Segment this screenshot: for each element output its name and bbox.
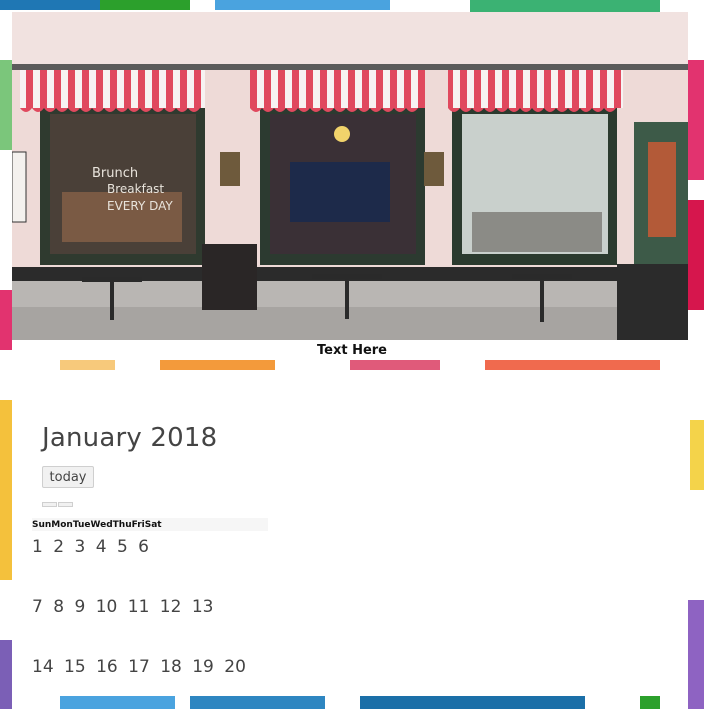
border-stripe xyxy=(690,420,704,490)
border-stripe xyxy=(350,360,440,370)
calendar-day[interactable]: 4 xyxy=(96,537,107,557)
calendar-title: January 2018 xyxy=(42,423,218,453)
window-sign-text: EVERY DAY xyxy=(107,199,173,213)
border-stripe xyxy=(470,0,660,12)
border-stripe xyxy=(640,696,660,709)
calendar-day[interactable]: 15 xyxy=(64,657,86,677)
weekday-header: Fri xyxy=(131,519,145,530)
calendar-day[interactable]: 17 xyxy=(128,657,150,677)
calendar-day[interactable]: 12 xyxy=(160,597,182,617)
border-stripe xyxy=(190,696,325,709)
border-stripe xyxy=(0,60,12,150)
calendar-week-row: 1 2 3 4 5 6 xyxy=(32,537,154,557)
border-stripe xyxy=(688,600,704,709)
today-button[interactable]: today xyxy=(42,466,94,488)
calendar-day[interactable]: 3 xyxy=(74,537,85,557)
calendar-day[interactable]: 5 xyxy=(117,537,128,557)
calendar-day[interactable]: 18 xyxy=(160,657,182,677)
border-stripe xyxy=(60,696,175,709)
calendar-day[interactable]: 6 xyxy=(138,537,149,557)
border-stripe xyxy=(160,360,275,370)
calendar-day[interactable]: 1 xyxy=(32,537,43,557)
window-sign-text: Breakfast xyxy=(107,182,164,196)
border-stripe xyxy=(60,360,115,370)
calendar-week-row: 7 8 9 10 11 12 13 xyxy=(32,597,218,617)
calendar-day[interactable]: 14 xyxy=(32,657,54,677)
weekday-header: Wed xyxy=(90,519,113,530)
border-stripe xyxy=(100,0,190,10)
weekday-header: Sun xyxy=(32,519,52,530)
photo-caption: Text Here xyxy=(316,343,387,358)
border-stripe xyxy=(0,400,12,580)
calendar-day[interactable]: 13 xyxy=(192,597,214,617)
weekday-header-row: Sun Mon Tue Wed Thu Fri Sat xyxy=(32,518,268,531)
border-stripe xyxy=(0,290,12,350)
border-stripe xyxy=(0,640,12,709)
storefront-photo: Brunch Breakfast EVERY DAY xyxy=(12,12,688,340)
prev-month-button[interactable] xyxy=(42,502,57,507)
calendar-day[interactable]: 16 xyxy=(96,657,118,677)
calendar-day[interactable]: 20 xyxy=(224,657,246,677)
border-stripe xyxy=(360,696,585,709)
border-stripe xyxy=(215,0,390,10)
calendar-day[interactable]: 11 xyxy=(128,597,150,617)
border-stripe xyxy=(688,200,704,310)
calendar-day[interactable]: 2 xyxy=(53,537,64,557)
border-stripe xyxy=(688,60,704,180)
window-sign-text: Brunch xyxy=(92,166,138,181)
border-stripe xyxy=(0,0,100,10)
calendar-week-row: 14 15 16 17 18 19 20 xyxy=(32,657,251,677)
weekday-header: Sat xyxy=(144,519,162,530)
weekday-header: Tue xyxy=(72,519,91,530)
weekday-header: Thu xyxy=(112,519,132,530)
calendar-day[interactable]: 9 xyxy=(74,597,85,617)
page-frame: Brunch Breakfast EVERY DAY Text Here Jan… xyxy=(0,0,704,709)
calendar-day[interactable]: 19 xyxy=(192,657,214,677)
calendar-day[interactable]: 8 xyxy=(53,597,64,617)
calendar-day[interactable]: 7 xyxy=(32,597,43,617)
weekday-header: Mon xyxy=(51,519,73,530)
calendar-day[interactable]: 10 xyxy=(96,597,118,617)
border-stripe xyxy=(485,360,660,370)
next-month-button[interactable] xyxy=(58,502,73,507)
